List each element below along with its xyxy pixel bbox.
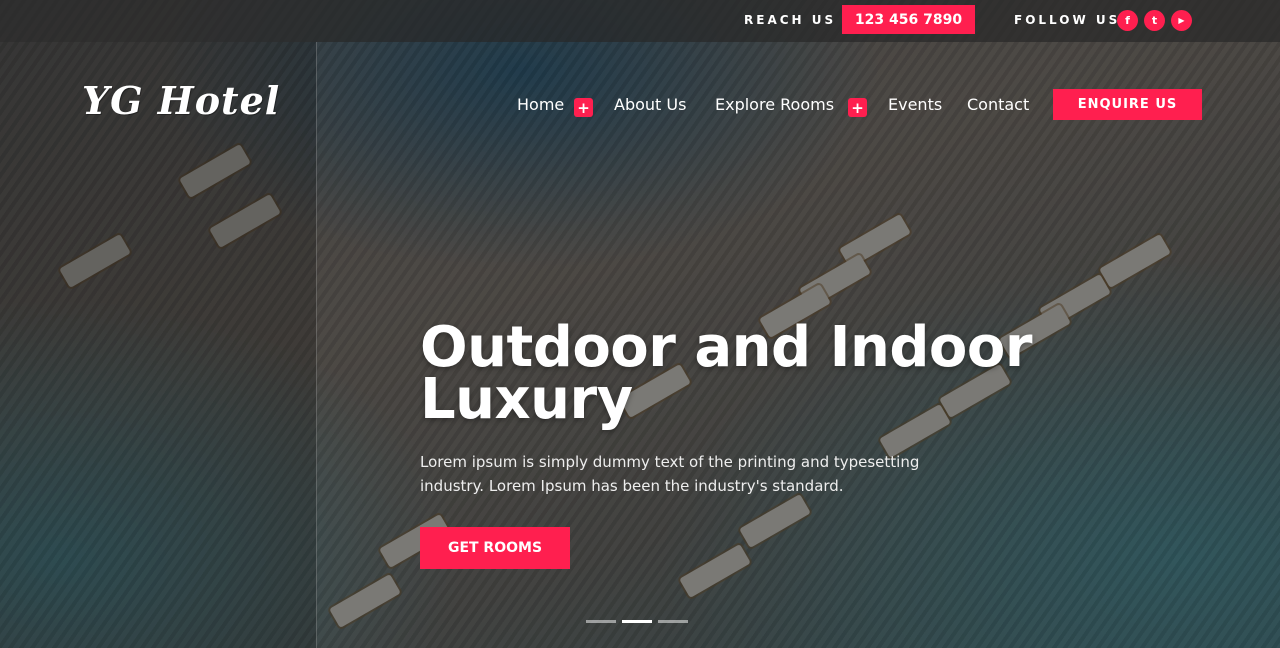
slide-dot-1[interactable]	[586, 620, 616, 623]
nav-explore-rooms[interactable]: Explore Rooms	[715, 95, 834, 114]
hero-headline: Outdoor and Indoor Luxury	[420, 315, 1032, 432]
enquire-button[interactable]: ENQUIRE US	[1053, 89, 1202, 120]
slide-dot-3[interactable]	[658, 620, 688, 623]
hero-subtext: Lorem ipsum is simply dummy text of the …	[420, 453, 920, 495]
top-bar: REACH US 123 456 7890 FOLLOW US f t ▶	[0, 0, 1280, 42]
get-rooms-button[interactable]: GET ROOMS	[420, 527, 570, 569]
follow-us-label: FOLLOW US	[1014, 13, 1121, 27]
nav-contact[interactable]: Contact	[967, 95, 1029, 114]
nav-home[interactable]: Home	[517, 95, 564, 114]
nav-events[interactable]: Events	[888, 95, 942, 114]
slide-dot-2[interactable]	[622, 620, 652, 623]
home-expand-icon[interactable]: +	[574, 98, 593, 117]
facebook-icon[interactable]: f	[1117, 10, 1138, 31]
nav-about-us[interactable]: About Us	[614, 95, 686, 114]
twitter-icon[interactable]: t	[1144, 10, 1165, 31]
reach-us-label: REACH US	[744, 13, 837, 27]
logo-side-panel	[0, 42, 317, 648]
explore-rooms-expand-icon[interactable]: +	[848, 98, 867, 117]
site-logo[interactable]: YG Hotel	[82, 78, 280, 123]
youtube-icon[interactable]: ▶	[1171, 10, 1192, 31]
phone-button[interactable]: 123 456 7890	[842, 5, 975, 34]
